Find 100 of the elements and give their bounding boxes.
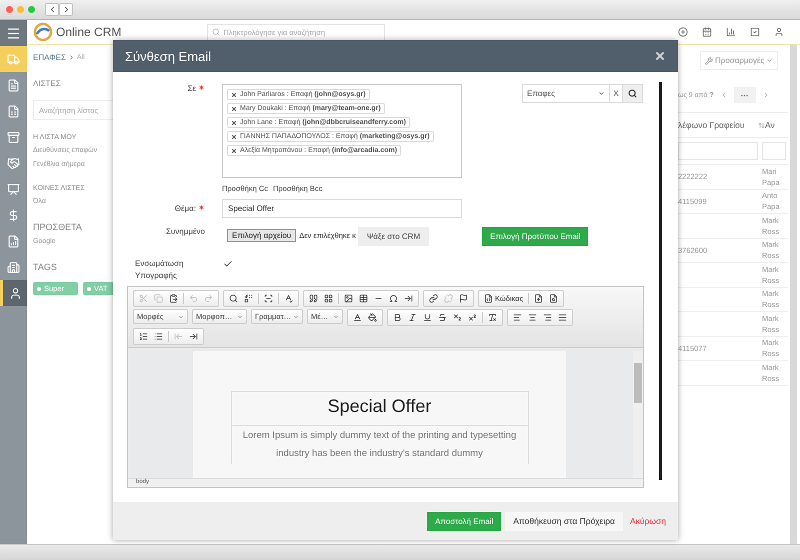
undo-icon: [189, 294, 198, 303]
handshake-icon: [7, 156, 20, 170]
truck-icon: [7, 52, 20, 66]
reports-button[interactable]: [726, 27, 736, 37]
check-icon: [223, 259, 233, 269]
unlink-icon: [444, 294, 453, 303]
remove-icon: [231, 134, 237, 140]
sort-icon: [758, 122, 765, 128]
plus-icon: [678, 27, 688, 37]
italic-icon: [408, 313, 417, 322]
app-logo: Online CRM: [56, 25, 122, 39]
align-center-icon: [528, 313, 537, 322]
field-label: Σε: [113, 84, 205, 93]
remove-icon: [231, 148, 237, 154]
back-button[interactable]: [45, 3, 59, 16]
save-draft-button[interactable]: Αποθήκευση στα Πρόχειρα: [505, 512, 623, 530]
lists-title: ΛΙΣΤΕΣ: [33, 79, 62, 88]
strikethrough-icon: [438, 313, 447, 322]
remove-icon: [231, 120, 237, 126]
caret-icon: [237, 314, 243, 320]
indent-icon: [189, 332, 198, 341]
code-icon: [484, 294, 493, 303]
column-header: Αν: [765, 120, 776, 130]
search-icon: [212, 28, 220, 36]
clear-button[interactable]: X: [610, 84, 622, 103]
profile-button[interactable]: [774, 27, 784, 37]
preview-icon: [549, 294, 558, 303]
dialog-title: Σύνθεση Email: [125, 48, 212, 64]
email-body-text: Lorem Ipsum is simply dummy text of the printing and typesetting industry has been the industry's standard dummy: [242, 429, 518, 461]
choose-file-button[interactable]: Επιλογή αρχείου: [227, 229, 296, 242]
clear-format-icon: [488, 313, 497, 322]
find-icon: [229, 294, 238, 303]
minimize-window-dot: [17, 6, 24, 13]
table-icon: [359, 294, 368, 303]
user-icon: [774, 27, 784, 37]
add-button[interactable]: [678, 27, 688, 37]
rail-item[interactable]: [0, 280, 27, 306]
checkbox-icon: [750, 27, 760, 37]
page-break-icon: [404, 294, 413, 303]
special-character-icon: [389, 294, 398, 303]
numbered-list-icon: [139, 332, 148, 341]
align-right-icon: [543, 313, 552, 322]
menu-icon: [6, 26, 21, 40]
spellcheck-icon: [284, 294, 293, 303]
filter-field[interactable]: [678, 142, 758, 160]
field-label: Συνημμένο: [164, 227, 205, 236]
document-icon: [7, 78, 20, 92]
outdent-icon: [174, 332, 183, 341]
subscript-icon: [453, 313, 462, 322]
chevron-right-icon: [68, 54, 75, 61]
search-button[interactable]: [622, 84, 643, 103]
calendar-icon: [702, 27, 712, 37]
caret-icon: [293, 314, 299, 320]
tasks-button[interactable]: [750, 27, 760, 37]
spreadsheet-icon: [7, 104, 20, 118]
remove-icon: [231, 106, 237, 112]
justify-icon: [558, 313, 567, 322]
close-icon: [654, 50, 666, 62]
close-button[interactable]: [654, 50, 666, 62]
tags-title: TAGS: [33, 262, 58, 272]
search-icon: [628, 89, 637, 98]
remove-icon: [231, 92, 237, 98]
image-icon: [344, 294, 353, 303]
copy-icon: [154, 294, 163, 303]
archive-icon: [7, 130, 20, 144]
dollar-icon: [7, 208, 20, 222]
subject-field[interactable]: Special Offer: [222, 199, 462, 218]
cancel-link[interactable]: Ακύρωση: [630, 516, 666, 526]
bar-chart-icon: [726, 27, 736, 37]
breadcrumb-section: ΕΠΑΦΕΣ: [33, 53, 66, 62]
caret-icon: [766, 57, 774, 64]
zoom-window-dot: [28, 6, 35, 13]
email-heading: Special Offer: [232, 392, 528, 426]
field-label: Θέμα:: [113, 204, 205, 213]
background-color-icon: [368, 313, 377, 322]
forward-button[interactable]: [59, 3, 73, 16]
field-label: Ενσωμάτωση Υπογραφής: [134, 258, 184, 282]
caret-icon: [598, 90, 605, 97]
replace-icon: [244, 294, 253, 303]
logo-icon: [33, 22, 53, 42]
presentation-icon: [7, 182, 20, 196]
report-icon: [7, 234, 20, 248]
column-header: λέφωνο Γραφείου: [678, 120, 746, 130]
align-left-icon: [513, 313, 522, 322]
calendar-button[interactable]: [702, 27, 712, 37]
caret-icon: [178, 314, 184, 320]
anchor-icon: [459, 294, 468, 303]
caret-icon: [333, 314, 339, 320]
building-icon: [7, 260, 20, 274]
user-icon: [8, 286, 22, 300]
search-crm-button[interactable]: Ψάξε στο CRM: [358, 227, 430, 246]
list-group-title: ΠΡΟΣΘΕΤΑ: [33, 222, 83, 232]
recipients-field[interactable]: [222, 84, 462, 178]
cut-icon: [139, 294, 148, 303]
redo-icon: [204, 294, 213, 303]
module-select[interactable]: Επαφες: [522, 84, 610, 103]
superscript-icon: [468, 313, 477, 322]
bold-icon: [393, 313, 402, 322]
text-color-icon: [353, 313, 362, 322]
menu-button[interactable]: [0, 20, 27, 46]
